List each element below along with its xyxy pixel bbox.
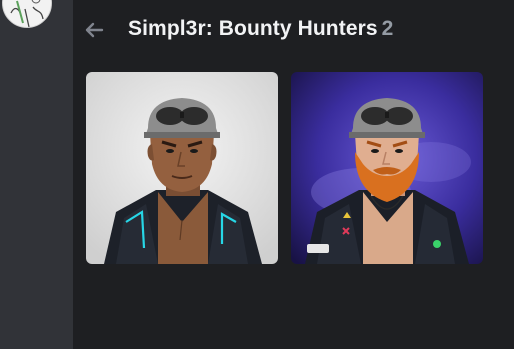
gallery-title: Simpl3r: Bounty Hunters 2 [128,17,393,41]
arrow-left-icon [85,22,104,38]
gallery-title-text: Simpl3r: Bounty Hunters [128,17,378,40]
media-gallery-panel: Simpl3r: Bounty Hunters 2 [73,0,514,349]
gallery-header: Simpl3r: Bounty Hunters 2 [73,0,514,60]
character-portrait-image [86,72,278,264]
gallery-item-1[interactable] [86,72,278,264]
user-avatar[interactable] [2,0,52,28]
back-button[interactable] [83,19,105,41]
gallery-count: 2 [381,17,394,40]
avatar-sketch-icon [10,0,44,27]
character-portrait-image [291,72,483,264]
gallery-item-2[interactable] [291,72,483,264]
